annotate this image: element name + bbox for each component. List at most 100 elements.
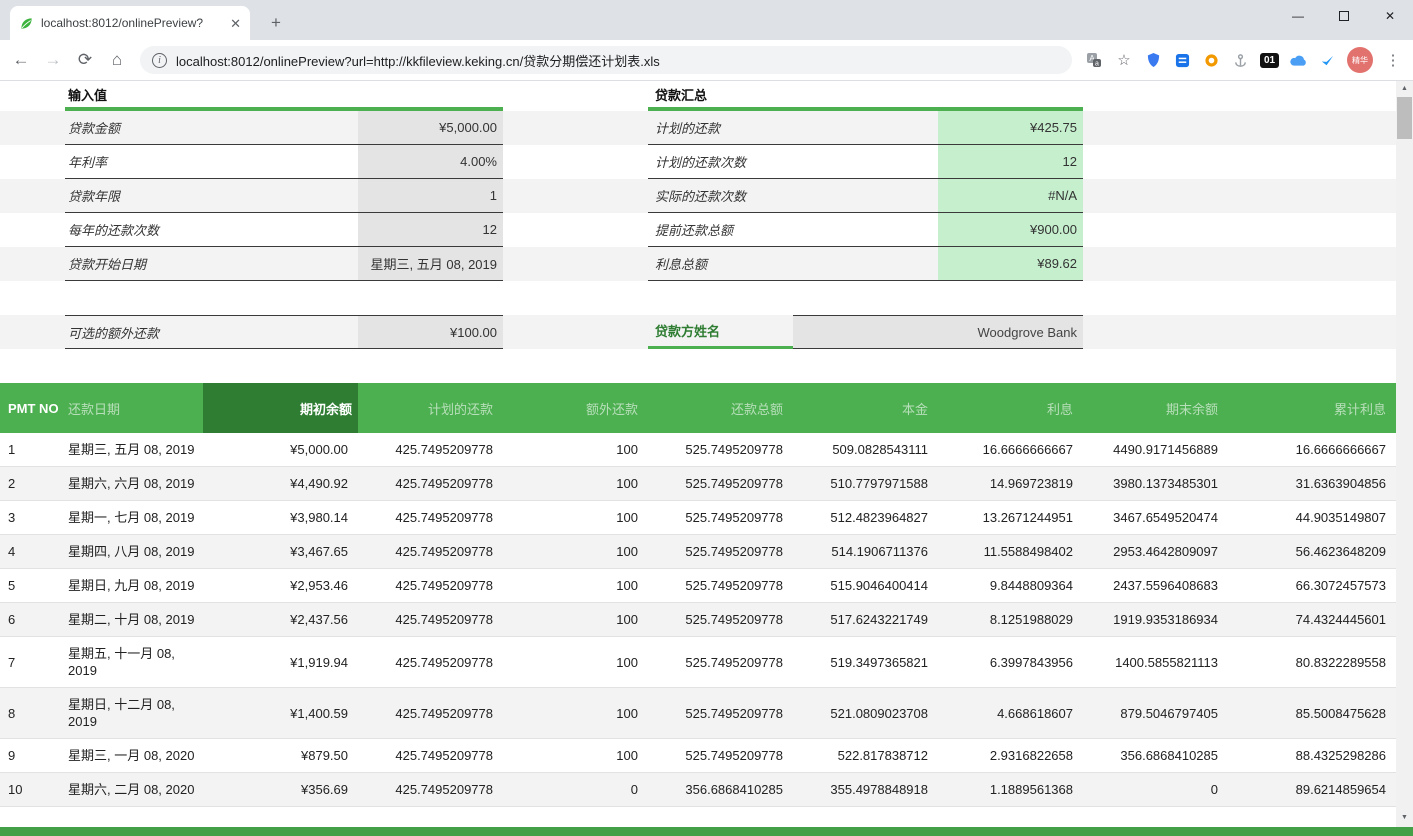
sheet-row: 年利率 4.00% 计划的还款次数 12 [0, 145, 1396, 179]
schedule-cell: 16.6666666667 [1228, 433, 1396, 467]
sheet-row: 每年的还款次数 12 提前还款总额 ¥900.00 [0, 213, 1396, 247]
browser-tab[interactable]: localhost:8012/onlinePreview? ✕ [10, 6, 250, 40]
schedule-cell: 425.7495209778 [358, 433, 503, 467]
url-text[interactable]: localhost:8012/onlinePreview?url=http://… [176, 51, 660, 70]
svg-text:a: a [1095, 61, 1099, 68]
schedule-cell: 31.6363904856 [1228, 467, 1396, 501]
scrollbar-down-arrow-icon[interactable]: ▼ [1396, 810, 1413, 825]
shield-extension-icon[interactable] [1140, 45, 1167, 75]
back-button[interactable]: ← [6, 45, 36, 75]
close-button[interactable]: ✕ [1367, 0, 1413, 31]
home-button[interactable]: ⌂ [102, 45, 132, 75]
schedule-cell: 879.5046797405 [1083, 688, 1228, 739]
scrollbar[interactable]: ▲ ▼ [1396, 81, 1413, 827]
header-scheduled-payment: 计划的还款 [358, 383, 503, 433]
header-beginning-balance: 期初余额 [203, 383, 358, 433]
schedule-cell: 100 [503, 637, 648, 688]
forward-button[interactable]: → [38, 45, 68, 75]
schedule-cell: 44.9035149807 [1228, 501, 1396, 535]
schedule-row: 6星期二, 十月 08, 2019¥2,437.56425.7495209778… [0, 603, 1396, 637]
schedule-row: 1星期三, 五月 08, 2019¥5,000.00425.7495209778… [0, 433, 1396, 467]
blue-extension-icon[interactable] [1314, 45, 1341, 75]
schedule-cell: 3980.1373485301 [1083, 467, 1228, 501]
schedule-cell: 515.9046400414 [793, 569, 938, 603]
refresh-button[interactable]: ⟳ [70, 45, 100, 75]
schedule-cell: 510.7797971588 [793, 467, 938, 501]
schedule-cell: 425.7495209778 [358, 739, 503, 773]
schedule-cell: 6 [0, 603, 65, 637]
browser-toolbar: ← → ⟳ ⌂ i localhost:8012/onlinePreview?u… [0, 40, 1413, 81]
new-tab-button[interactable]: + [264, 11, 288, 35]
schedule-cell: 13.2671244951 [938, 501, 1083, 535]
schedule-cell: 56.4623648209 [1228, 535, 1396, 569]
summary-value: #N/A [938, 179, 1083, 213]
bookmark-star-icon[interactable]: ☆ [1110, 45, 1138, 75]
sheet-row: 可选的额外还款 ¥100.00 贷款方姓名 Woodgrove Bank [0, 315, 1396, 349]
lender-name-label: 贷款方姓名 [648, 315, 793, 349]
schedule-cell: 6.3997843956 [938, 637, 1083, 688]
schedule-cell: 3467.6549520474 [1083, 501, 1228, 535]
header-pmt-no: PMT NO [0, 383, 65, 433]
tab-favicon-leaf-icon [19, 16, 34, 31]
schedule-cell: 1 [0, 433, 65, 467]
tab-close-icon[interactable]: ✕ [230, 17, 241, 30]
minimize-button[interactable]: — [1275, 0, 1321, 31]
sheet-spacer-row [0, 349, 1396, 383]
summary-label: 计划的还款次数 [648, 145, 938, 179]
schedule-cell: 100 [503, 433, 648, 467]
input-label: 贷款金额 [65, 111, 358, 145]
tab-title: localhost:8012/onlinePreview? [41, 16, 223, 30]
schedule-row: 7星期五, 十一月 08, 2019¥1,919.94425.749520977… [0, 637, 1396, 688]
orange-extension-icon[interactable] [1198, 45, 1225, 75]
header-interest: 利息 [938, 383, 1083, 433]
schedule-cell: 425.7495209778 [358, 501, 503, 535]
gray-extension-icon[interactable] [1227, 45, 1254, 75]
schedule-cell: 100 [503, 535, 648, 569]
schedule-cell: 525.7495209778 [648, 501, 793, 535]
page-info-icon[interactable]: i [152, 53, 167, 68]
schedule-cell: 525.7495209778 [648, 535, 793, 569]
summary-value: ¥425.75 [938, 111, 1083, 145]
maximize-button[interactable] [1321, 0, 1367, 31]
schedule-cell: 89.6214859654 [1228, 773, 1396, 807]
schedule-cell: 509.0828543111 [793, 433, 938, 467]
schedule-cell: 74.4324445601 [1228, 603, 1396, 637]
schedule-cell: 星期二, 十月 08, 2019 [65, 603, 203, 637]
schedule-cell: 425.7495209778 [358, 603, 503, 637]
profile-avatar[interactable]: 精华 [1347, 47, 1373, 73]
schedule-cell: ¥3,980.14 [203, 501, 358, 535]
cloud-extension-icon[interactable] [1285, 45, 1312, 75]
scrollbar-thumb[interactable] [1397, 97, 1412, 139]
summary-section-title: 贷款汇总 [648, 81, 1083, 111]
translator-extension-icon[interactable] [1169, 45, 1196, 75]
schedule-cell: 525.7495209778 [648, 688, 793, 739]
input-label: 每年的还款次数 [65, 213, 358, 247]
omnibox[interactable]: i localhost:8012/onlinePreview?url=http:… [140, 46, 1072, 74]
schedule-cell: 514.1906711376 [793, 535, 938, 569]
schedule-cell: 356.6868410285 [648, 773, 793, 807]
schedule-cell: 100 [503, 467, 648, 501]
schedule-cell: 519.3497365821 [793, 637, 938, 688]
schedule-cell: ¥3,467.65 [203, 535, 358, 569]
schedule-cell: 8 [0, 688, 65, 739]
schedule-cell: ¥2,953.46 [203, 569, 358, 603]
schedule-cell: 425.7495209778 [358, 773, 503, 807]
schedule-cell: 522.817838712 [793, 739, 938, 773]
input-label: 贷款开始日期 [65, 247, 358, 281]
badge-01-extension-icon[interactable]: 01 [1256, 45, 1283, 75]
summary-label: 计划的还款 [648, 111, 938, 145]
schedule-cell: 4.668618607 [938, 688, 1083, 739]
schedule-row: 8星期日, 十二月 08, 2019¥1,400.59425.749520977… [0, 688, 1396, 739]
schedule-cell: 356.6868410285 [1083, 739, 1228, 773]
schedule-cell: 星期三, 一月 08, 2020 [65, 739, 203, 773]
translate-icon[interactable]: Aa [1080, 45, 1108, 75]
browser-menu-icon[interactable]: ⋮ [1379, 45, 1407, 75]
summary-label: 利息总额 [648, 247, 938, 281]
scrollbar-up-arrow-icon[interactable]: ▲ [1396, 81, 1413, 96]
schedule-cell: 16.6666666667 [938, 433, 1083, 467]
input-value: 1 [358, 179, 503, 213]
schedule-cell: 66.3072457573 [1228, 569, 1396, 603]
schedule-cell: 2.9316822658 [938, 739, 1083, 773]
header-payment-date: 还款日期 [65, 383, 203, 433]
extra-payment-value: ¥100.00 [358, 315, 503, 349]
